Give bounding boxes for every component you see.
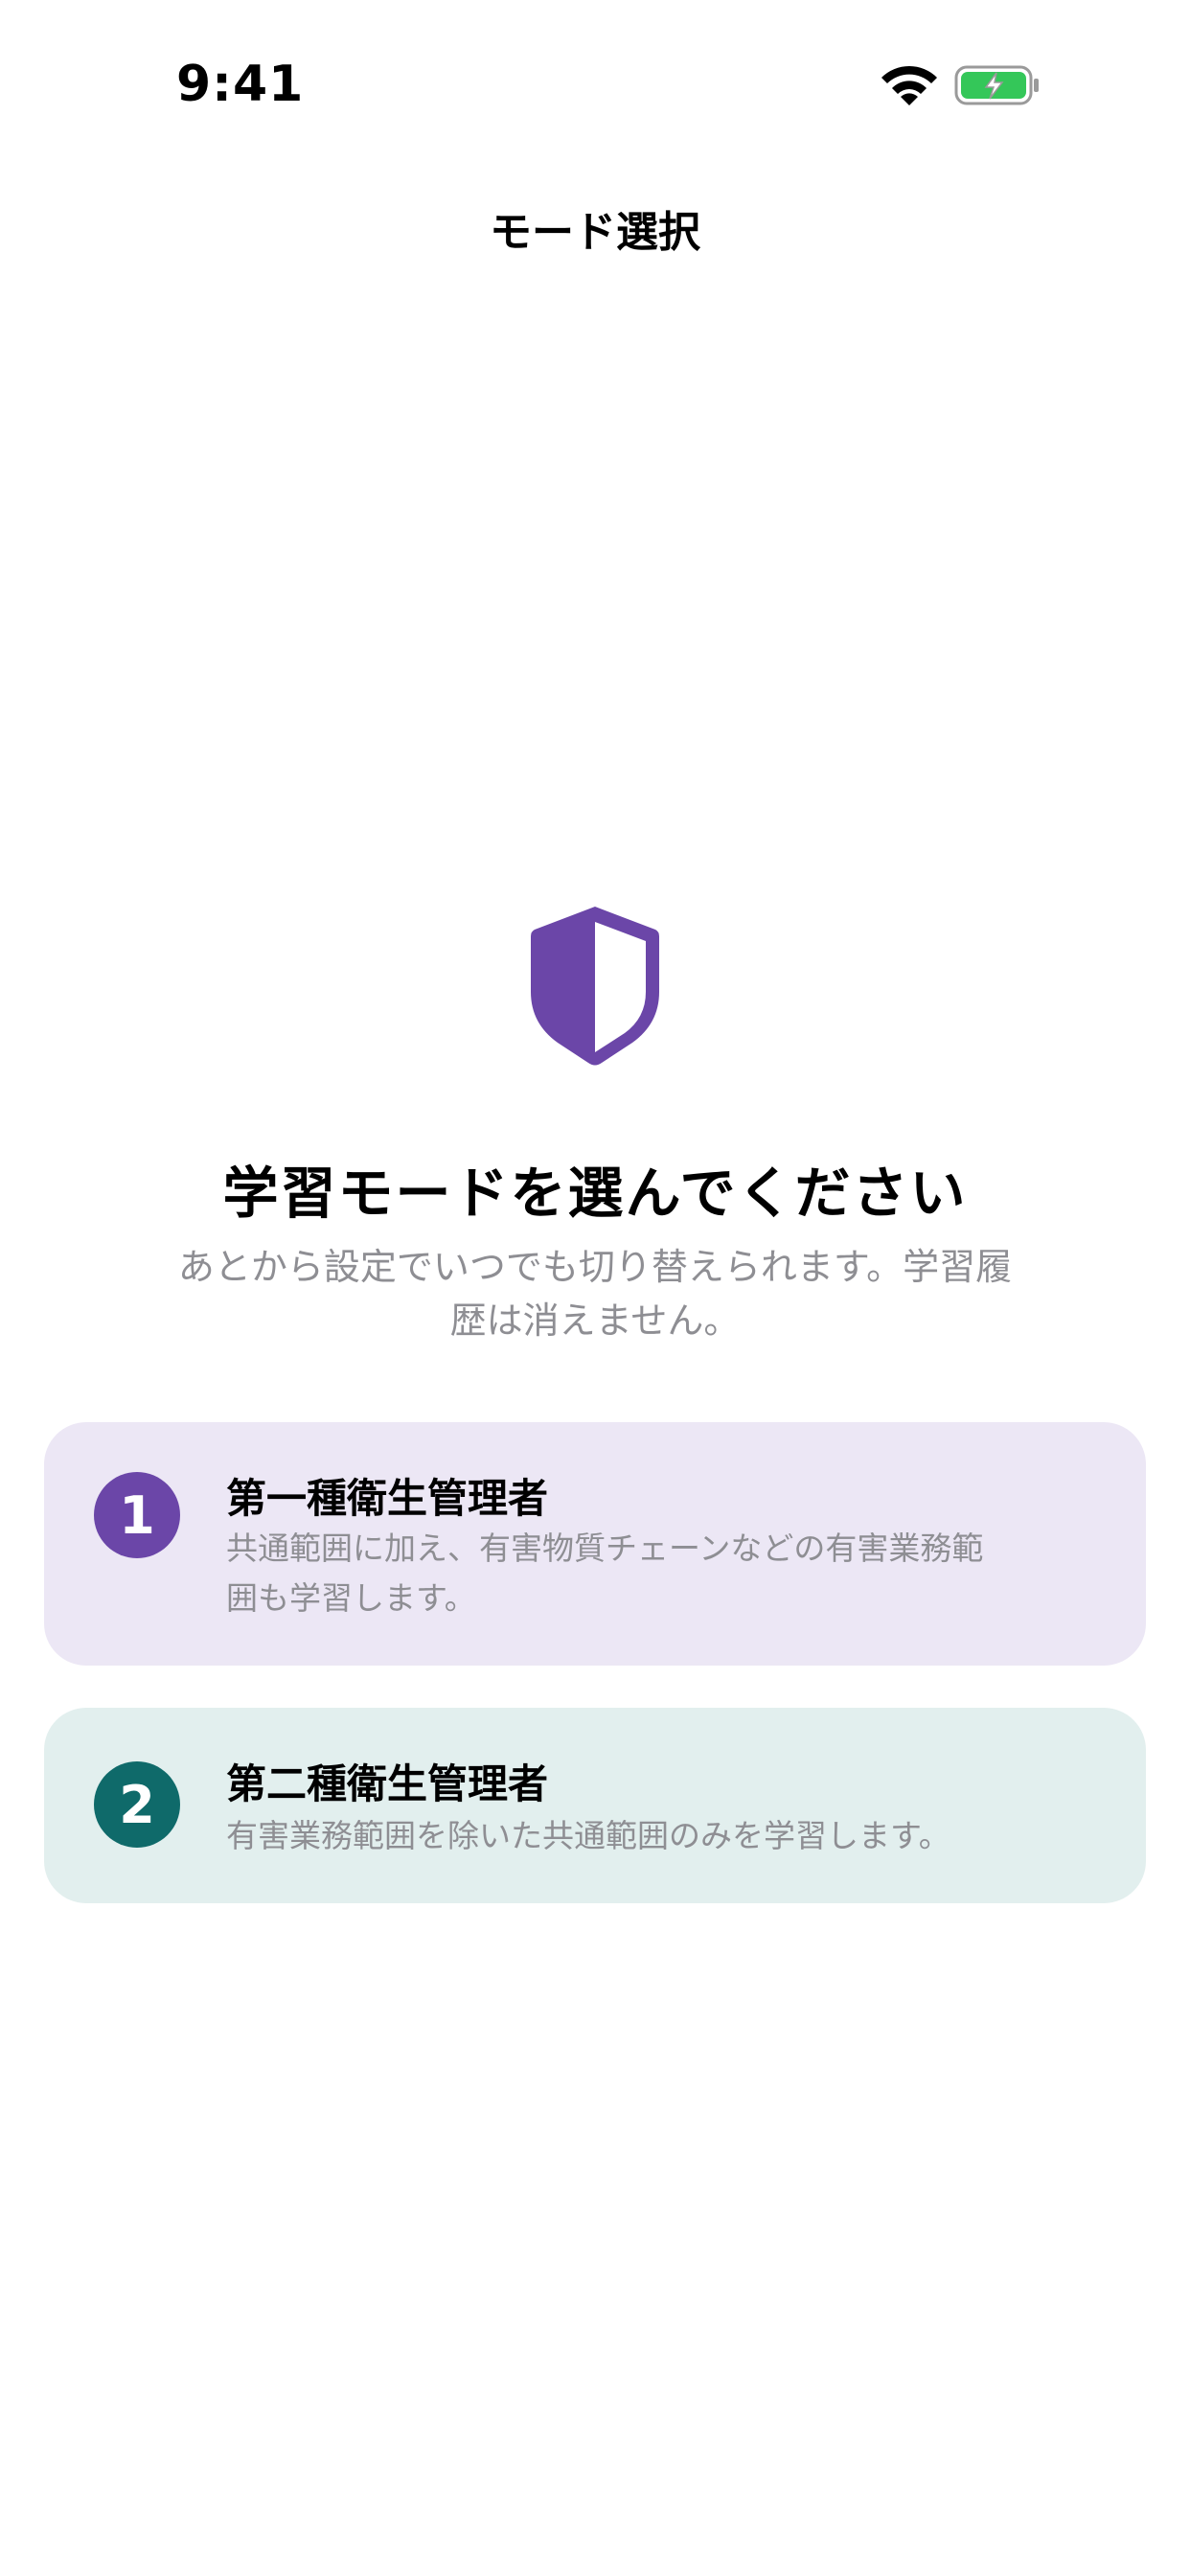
subtext: あとから設定でいつでも切り替えられます。学習履歴は消えません。 <box>177 1246 1013 1342</box>
option-description: 共通範囲に加え、有害物質チェーンなどの有害業務範囲も学習します。 <box>226 1530 984 1617</box>
option-title: 第一種衛生管理者 <box>226 1475 549 1522</box>
option-description: 有害業務範囲を除いた共通範囲のみを学習します。 <box>226 1817 950 1854</box>
shield-icon <box>531 907 659 1066</box>
option-number-badge: 2 <box>94 1761 180 1848</box>
wifi-icon <box>881 65 937 105</box>
status-time: 9:41 <box>176 56 305 113</box>
status-bar: 9:41 <box>0 0 1190 172</box>
option-title: 第二種衛生管理者 <box>226 1760 549 1807</box>
headline: 学習モードを選んでください <box>222 1161 968 1226</box>
option-number-badge: 1 <box>94 1472 180 1558</box>
battery-charging-icon <box>954 65 1039 105</box>
mode-option-type2[interactable]: 2 第二種衛生管理者 有害業務範囲を除いた共通範囲のみを学習します。 <box>44 1708 1146 1903</box>
page-title: モード選択 <box>490 208 700 257</box>
mode-option-type1[interactable]: 1 第一種衛生管理者 共通範囲に加え、有害物質チェーンなどの有害業務範囲も学習し… <box>44 1422 1146 1666</box>
